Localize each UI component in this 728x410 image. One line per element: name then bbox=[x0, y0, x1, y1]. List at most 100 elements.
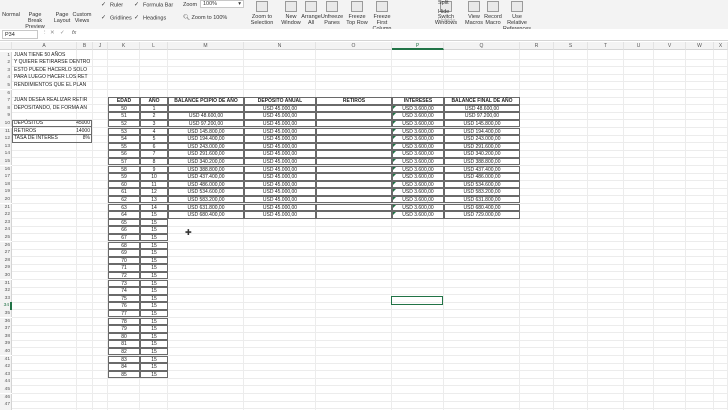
row-header[interactable]: 25 bbox=[0, 233, 12, 242]
table-header[interactable]: BALANCE FINAL DE AÑO bbox=[444, 97, 520, 105]
row-header[interactable]: 29 bbox=[0, 264, 12, 272]
table-cell[interactable]: 70 bbox=[108, 256, 140, 265]
table-cell[interactable]: USD 97.200,00 bbox=[444, 112, 520, 120]
row-header[interactable]: 8 bbox=[0, 104, 12, 113]
function-icon[interactable]: fx bbox=[72, 30, 76, 36]
table-cell[interactable]: USD 45.000,00 bbox=[244, 157, 316, 166]
table-cell[interactable]: USD 3.600,00 bbox=[392, 180, 444, 189]
record-macro-button[interactable]: Record Macro bbox=[482, 1, 504, 26]
row-header[interactable]: 47 bbox=[0, 401, 12, 409]
table-cell[interactable]: USD 534.600,00 bbox=[168, 188, 244, 196]
formula-input[interactable] bbox=[84, 30, 724, 39]
row-header[interactable]: 34 bbox=[0, 302, 12, 310]
table-cell[interactable]: 15 bbox=[140, 309, 168, 318]
table-cell[interactable]: 3 bbox=[140, 119, 168, 128]
table-cell[interactable]: 6 bbox=[140, 142, 168, 151]
zoom-to-selection-button[interactable]: Zoom to Selection bbox=[248, 1, 276, 26]
table-header[interactable]: EDAD bbox=[108, 97, 140, 105]
column-header[interactable]: N bbox=[244, 42, 316, 50]
row-header[interactable]: 11 bbox=[0, 127, 12, 136]
table-cell[interactable]: 68 bbox=[108, 241, 140, 250]
column-header[interactable]: L bbox=[140, 42, 168, 50]
column-header[interactable]: P bbox=[392, 42, 444, 50]
table-cell[interactable]: 15 bbox=[140, 218, 168, 227]
name-box[interactable]: P34 bbox=[2, 30, 38, 39]
table-cell[interactable] bbox=[316, 150, 392, 158]
ruler-checkbox[interactable]: ✓ Ruler bbox=[101, 2, 123, 8]
table-cell[interactable]: 15 bbox=[140, 332, 168, 341]
table-cell[interactable]: USD 45.000,00 bbox=[244, 180, 316, 189]
table-cell[interactable]: USD 3.600,00 bbox=[392, 135, 444, 143]
table-cell[interactable]: USD 145.800,00 bbox=[168, 127, 244, 136]
table-cell[interactable] bbox=[316, 112, 392, 120]
table-cell[interactable]: 12 bbox=[140, 188, 168, 196]
table-header[interactable]: RETIROS bbox=[316, 97, 392, 105]
column-header[interactable]: J bbox=[93, 42, 108, 50]
table-cell[interactable]: 71 bbox=[108, 264, 140, 272]
row-header[interactable]: 24 bbox=[0, 226, 12, 234]
table-cell[interactable]: 65 bbox=[108, 218, 140, 227]
table-cell[interactable]: 15 bbox=[140, 256, 168, 265]
table-cell[interactable]: USD 631.800,00 bbox=[168, 203, 244, 212]
table-cell[interactable]: USD 45.000,00 bbox=[244, 173, 316, 181]
column-header[interactable]: M bbox=[168, 42, 244, 50]
table-cell[interactable]: USD 3.600,00 bbox=[392, 195, 444, 204]
table-cell[interactable]: 51 bbox=[108, 112, 140, 120]
table-cell[interactable]: USD 48.600,00 bbox=[168, 112, 244, 120]
row-header[interactable]: 46 bbox=[0, 393, 12, 402]
table-cell[interactable]: 15 bbox=[140, 347, 168, 356]
row-header[interactable]: 32 bbox=[0, 287, 12, 295]
table-cell[interactable]: USD 3.600,00 bbox=[392, 119, 444, 128]
headings-checkbox[interactable]: ✓ Headings bbox=[134, 15, 166, 21]
table-cell[interactable] bbox=[316, 142, 392, 151]
table-cell[interactable]: 59 bbox=[108, 173, 140, 181]
row-header[interactable]: 40 bbox=[0, 347, 12, 356]
table-cell[interactable]: USD 45.000,00 bbox=[244, 203, 316, 212]
table-cell[interactable]: USD 45.000,00 bbox=[244, 211, 316, 219]
table-cell[interactable]: USD 680.400,00 bbox=[444, 203, 520, 212]
row-header[interactable]: 2 bbox=[0, 59, 12, 67]
row-header[interactable]: 5 bbox=[0, 81, 12, 90]
row-header[interactable]: 10 bbox=[0, 119, 12, 128]
table-cell[interactable]: 9 bbox=[140, 165, 168, 174]
column-header[interactable]: K bbox=[108, 42, 140, 50]
table-cell[interactable]: USD 45.000,00 bbox=[244, 119, 316, 128]
row-header[interactable]: 26 bbox=[0, 241, 12, 250]
table-cell[interactable]: 5 bbox=[140, 135, 168, 143]
table-cell[interactable]: 13 bbox=[140, 195, 168, 204]
table-cell[interactable]: USD 340.200,00 bbox=[444, 150, 520, 158]
row-header[interactable]: 18 bbox=[0, 180, 12, 189]
column-header[interactable]: A bbox=[12, 42, 77, 50]
table-header[interactable]: AÑO bbox=[140, 97, 168, 105]
row-header[interactable]: 9 bbox=[0, 112, 12, 120]
row-header[interactable]: 21 bbox=[0, 203, 12, 212]
table-cell[interactable]: 8 bbox=[140, 157, 168, 166]
table-cell[interactable] bbox=[316, 157, 392, 166]
row-header[interactable]: 37 bbox=[0, 325, 12, 333]
table-cell[interactable]: USD 45.000,00 bbox=[244, 195, 316, 204]
table-cell[interactable]: USD 45.000,00 bbox=[244, 112, 316, 120]
table-cell[interactable]: 15 bbox=[140, 370, 168, 379]
table-cell[interactable]: 15 bbox=[140, 264, 168, 272]
row-header[interactable]: 38 bbox=[0, 332, 12, 341]
table-cell[interactable]: 63 bbox=[108, 203, 140, 212]
table-cell[interactable]: 74 bbox=[108, 287, 140, 295]
table-cell[interactable]: 15 bbox=[140, 233, 168, 242]
row-header[interactable]: 15 bbox=[0, 157, 12, 166]
table-cell[interactable]: USD 388.800,00 bbox=[168, 165, 244, 174]
zoom-dropdown[interactable]: 100% ▾ bbox=[200, 0, 244, 8]
table-cell[interactable]: USD 340.200,00 bbox=[168, 157, 244, 166]
table-cell[interactable]: USD 45.000,00 bbox=[244, 104, 316, 113]
table-cell[interactable] bbox=[316, 119, 392, 128]
note-text[interactable]: JUAN DESEA REALIZAR RETIR bbox=[12, 97, 87, 105]
table-cell[interactable]: USD 486.000,00 bbox=[444, 173, 520, 181]
table-cell[interactable]: 4 bbox=[140, 127, 168, 136]
column-header[interactable]: B bbox=[77, 42, 93, 50]
table-cell[interactable]: USD 3.600,00 bbox=[392, 104, 444, 113]
row-header[interactable]: 27 bbox=[0, 249, 12, 257]
unhide-button[interactable]: Unhide bbox=[438, 18, 455, 24]
table-cell[interactable]: 60 bbox=[108, 180, 140, 189]
table-cell[interactable]: 55 bbox=[108, 142, 140, 151]
row-header[interactable]: 36 bbox=[0, 317, 12, 326]
table-cell[interactable]: 57 bbox=[108, 157, 140, 166]
